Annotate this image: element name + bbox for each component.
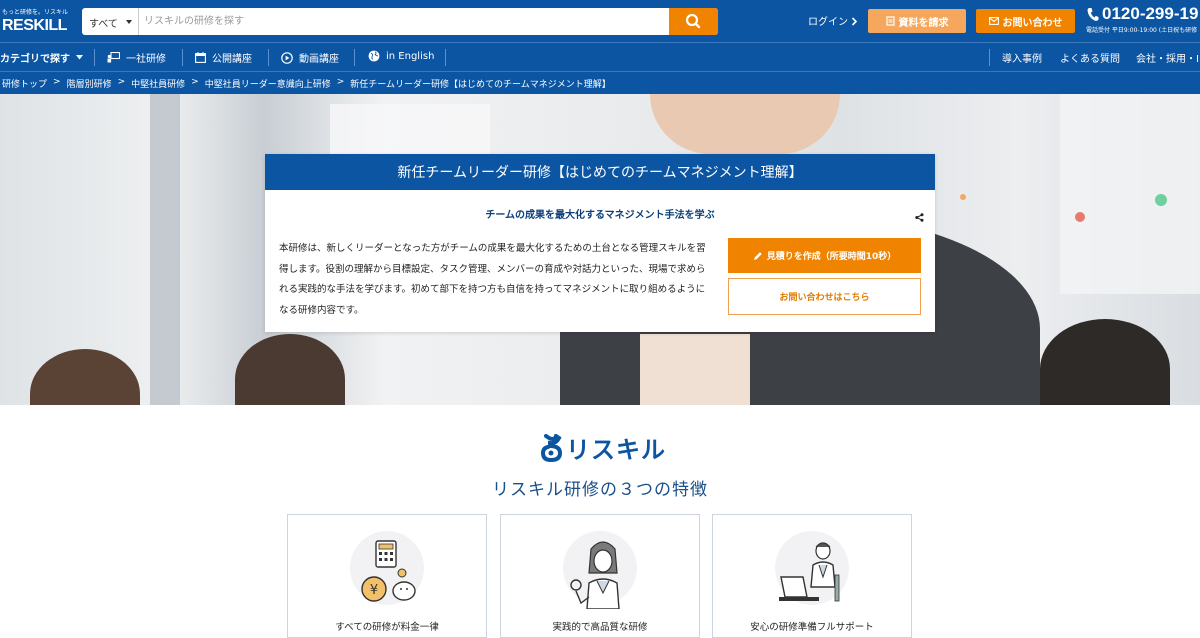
nav-item-case-studies[interactable]: 導入事例 bbox=[1002, 50, 1042, 65]
nav-category-dropdown[interactable]: カテゴリで探す bbox=[0, 50, 83, 65]
nav-item-inhouse[interactable]: 一社研修 bbox=[107, 50, 166, 65]
play-circle-icon bbox=[281, 51, 293, 64]
attendee-head bbox=[30, 349, 140, 405]
nav-divider bbox=[182, 49, 183, 66]
attendee-head bbox=[235, 334, 345, 405]
presenter-face bbox=[650, 94, 840, 154]
board-magnet bbox=[1075, 212, 1085, 222]
phone-hours: 電話受付 平日9:00-19:00 (土日祝も研修 bbox=[1086, 27, 1198, 34]
nav-item-label: 動画講座 bbox=[299, 54, 339, 65]
mail-icon bbox=[988, 17, 999, 25]
feature-card: ¥ すべての研修が料金一律 bbox=[287, 514, 487, 638]
breadcrumb-separator: > bbox=[117, 77, 126, 87]
nav-divider bbox=[94, 49, 95, 66]
window-pane bbox=[1060, 94, 1200, 294]
course-card: 新任チームリーダー研修【はじめてのチームマネジメント理解】 チームの成果を最大化… bbox=[265, 154, 935, 332]
nav-item-label: よくある質問 bbox=[1060, 54, 1120, 65]
share-icon bbox=[915, 213, 924, 222]
breadcrumb-separator: > bbox=[53, 77, 61, 87]
contact-button[interactable]: お問い合わせはこちら bbox=[728, 278, 921, 315]
estimate-label: 見積りを作成（所要時間10秒） bbox=[766, 252, 897, 262]
course-title: 新任チームリーダー研修【はじめてのチームマネジメント理解】 bbox=[265, 154, 935, 190]
request-docs-label: 資料を請求 bbox=[898, 17, 949, 29]
share-button[interactable] bbox=[915, 207, 924, 226]
document-icon bbox=[885, 16, 895, 26]
feature-label: 安心の研修準備フルサポート bbox=[750, 622, 874, 633]
pencil-icon bbox=[753, 251, 762, 260]
breadcrumb-current: 新任チームリーダー研修【はじめてのチームマネジメント理解】 bbox=[350, 80, 611, 90]
breadcrumb-item[interactable]: 中堅社員リーダー意識向上研修 bbox=[205, 77, 331, 90]
board-magnet bbox=[960, 194, 966, 200]
window-frame bbox=[150, 94, 180, 405]
phone-number: 0120-299-19 bbox=[1102, 4, 1199, 23]
brand-text: リスキル bbox=[566, 436, 666, 464]
course-description: 本研修は、新しくリーダーとなった方がチームの成果を最大化するための土台となる管理… bbox=[279, 243, 706, 316]
breadcrumb-item[interactable]: 階層別研修 bbox=[67, 77, 112, 90]
caret-down-icon bbox=[76, 55, 83, 60]
search-button[interactable] bbox=[669, 8, 718, 35]
logo-tagline: もっと研修を。リスキル bbox=[2, 9, 69, 16]
nav-item-company[interactable]: 会社・採用・IR bbox=[1136, 50, 1200, 65]
brand-logo: リスキル bbox=[540, 430, 666, 465]
nav-item-label: 一社研修 bbox=[126, 54, 166, 65]
nav-item-public[interactable]: 公開講座 bbox=[195, 50, 252, 65]
nav-divider bbox=[268, 49, 269, 66]
breadcrumb-separator: > bbox=[191, 77, 199, 87]
feature-card: 安心の研修準備フルサポート bbox=[712, 514, 912, 638]
reskill-mark-icon bbox=[540, 433, 563, 462]
breadcrumb-item[interactable]: 研修トップ bbox=[2, 77, 47, 90]
login-link[interactable]: ログイン bbox=[808, 13, 858, 28]
phone-contact[interactable]: 0120-299-19 電話受付 平日9:00-19:00 (土日祝も研修 bbox=[1086, 4, 1198, 34]
search-category-value: すべて bbox=[89, 19, 118, 30]
attendee-head bbox=[1040, 319, 1170, 405]
calendar-icon bbox=[195, 52, 206, 63]
feature-card: 実践的で高品質な研修 bbox=[500, 514, 700, 638]
nav-item-label: 公開講座 bbox=[212, 54, 252, 65]
breadcrumb-separator: > bbox=[336, 77, 345, 87]
nav-item-video[interactable]: 動画講座 bbox=[281, 50, 339, 65]
board-magnet bbox=[1155, 194, 1167, 206]
trainer-board-icon bbox=[107, 52, 120, 63]
instructor-ok-gesture-icon bbox=[570, 541, 620, 609]
logo-wordmark: RESKILL bbox=[2, 17, 67, 34]
inquiry-button[interactable]: お問い合わせ bbox=[976, 9, 1075, 33]
presenter-blouse bbox=[640, 334, 750, 405]
features-title: リスキル研修の３つの特徴 bbox=[492, 480, 708, 500]
nav-item-english[interactable]: in English bbox=[368, 50, 434, 62]
nav-divider bbox=[445, 49, 446, 66]
support-staff-laptop-icon bbox=[779, 542, 840, 602]
search-bar: すべて bbox=[82, 8, 718, 35]
login-label: ログイン bbox=[808, 17, 848, 28]
inquiry-label: お問い合わせ bbox=[1002, 17, 1063, 29]
nav-item-label: in English bbox=[386, 50, 435, 62]
estimate-button[interactable]: 見積りを作成（所要時間10秒） bbox=[728, 238, 921, 273]
breadcrumb: 研修トップ > 階層別研修 > 中堅社員研修 > 中堅社員リーダー意識向上研修 … bbox=[0, 71, 1200, 94]
main-nav: カテゴリで探す 一社研修 公開講座 動画講座 in English 導入事例 よ… bbox=[0, 42, 1200, 71]
search-icon bbox=[685, 13, 701, 29]
course-subtitle: チームの成果を最大化するマネジメント手法を学ぶ bbox=[485, 210, 715, 221]
contact-label: お問い合わせはこちら bbox=[779, 293, 870, 303]
nav-item-label: 導入事例 bbox=[1002, 54, 1042, 65]
site-logo[interactable]: もっと研修を。リスキル RESKILL bbox=[0, 4, 70, 38]
phone-icon bbox=[1087, 7, 1099, 21]
search-category-select[interactable]: すべて bbox=[82, 8, 139, 35]
breadcrumb-item[interactable]: 中堅社員研修 bbox=[131, 77, 185, 90]
feature-label: 実践的で高品質な研修 bbox=[552, 622, 648, 633]
nav-divider bbox=[354, 49, 355, 66]
nav-item-faq[interactable]: よくある質問 bbox=[1060, 50, 1120, 65]
nav-category-label: カテゴリで探す bbox=[0, 54, 70, 65]
nav-divider bbox=[989, 49, 990, 66]
request-docs-button[interactable]: 資料を請求 bbox=[868, 9, 966, 33]
feature-label: すべての研修が料金一律 bbox=[335, 622, 439, 633]
nav-item-label: 会社・採用・IR bbox=[1136, 54, 1200, 65]
chevron-down-icon bbox=[126, 20, 132, 24]
chevron-right-icon bbox=[852, 17, 858, 26]
globe-icon bbox=[368, 50, 380, 62]
calculator-coin-piggybank-icon: ¥ bbox=[361, 540, 416, 602]
search-input[interactable] bbox=[142, 8, 668, 35]
top-header: もっと研修を。リスキル RESKILL すべて ログイン 資料を請求 お問い合わ… bbox=[0, 0, 1200, 42]
svg-text:¥: ¥ bbox=[370, 583, 378, 598]
